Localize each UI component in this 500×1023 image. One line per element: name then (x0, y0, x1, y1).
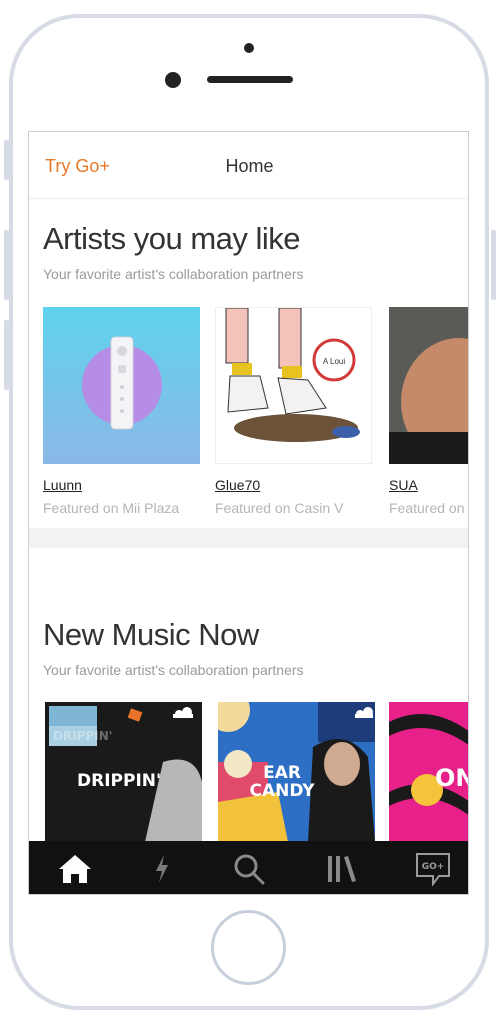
tab-library[interactable] (312, 841, 372, 894)
playlist-artwork-ear-candy: EAR CANDY (218, 702, 375, 842)
go-plus-icon: GO+ (416, 852, 450, 886)
ear-candy-title-line2: CANDY (249, 781, 315, 801)
drippin-title: DRIPPIN' (77, 771, 161, 791)
artist-card-sua[interactable] (389, 307, 468, 464)
page-title: Home (225, 156, 274, 176)
tab-stream[interactable] (132, 841, 192, 894)
tab-home[interactable] (45, 841, 105, 894)
playlist-card-ear-candy[interactable]: EAR CANDY (218, 702, 375, 842)
artist-featured-sua: Featured on (389, 500, 465, 516)
ear-candy-title-line1: EAR (263, 763, 301, 783)
app-screen: Try Go+ Home Artists you may like Your f… (28, 131, 469, 895)
proximity-sensor (244, 43, 254, 53)
artist-featured-glue70: Featured on Casin V (215, 500, 344, 516)
artist-name-sua[interactable]: SUA (389, 477, 418, 493)
home-icon (59, 854, 91, 883)
artist-card-glue70[interactable]: A Loui (215, 307, 372, 464)
front-camera (165, 72, 181, 88)
artists-section-subtitle: Your favorite artist's collaboration par… (43, 266, 304, 282)
artists-section-title: Artists you may like (43, 221, 301, 256)
tab-search[interactable] (219, 841, 279, 894)
artist-artwork-glue70: A Loui (216, 308, 371, 463)
artist-name-glue70[interactable]: Glue70 (215, 477, 260, 493)
artist-card-luunn[interactable] (43, 307, 200, 464)
drippin-echo-text: DRIPPIN' (53, 729, 112, 743)
section-divider (29, 528, 468, 548)
artist-artwork-sua (389, 307, 468, 464)
lightning-icon (156, 854, 168, 883)
home-button[interactable] (211, 910, 286, 985)
bottom-tab-bar: GO+ (29, 841, 468, 894)
sticker-text: A Loui (323, 357, 345, 366)
playlist-artwork-drippin: DRIPPIN' DRIPPIN' (45, 702, 202, 842)
new-music-section-subtitle: Your favorite artist's collaboration par… (43, 662, 304, 678)
playlist-card-drippin[interactable]: DRIPPIN' DRIPPIN' (45, 702, 202, 842)
artist-artwork-luunn (43, 307, 200, 464)
library-icon (328, 855, 356, 882)
search-icon (234, 854, 265, 884)
new-music-section-title: New Music Now (43, 617, 259, 652)
artist-featured-luunn: Featured on Mii Plaza (43, 500, 180, 516)
artist-name-luunn[interactable]: Luunn (43, 477, 82, 493)
top-bar: Try Go+ Home (29, 132, 468, 199)
playlist-artwork-on: ON (389, 702, 469, 842)
earpiece-speaker (207, 76, 293, 83)
on-title: ON (435, 764, 469, 792)
tab-go-plus[interactable]: GO+ (403, 841, 463, 894)
power-button (491, 230, 496, 300)
go-plus-label: GO+ (422, 862, 445, 872)
playlist-card-on[interactable]: ON (389, 702, 469, 842)
